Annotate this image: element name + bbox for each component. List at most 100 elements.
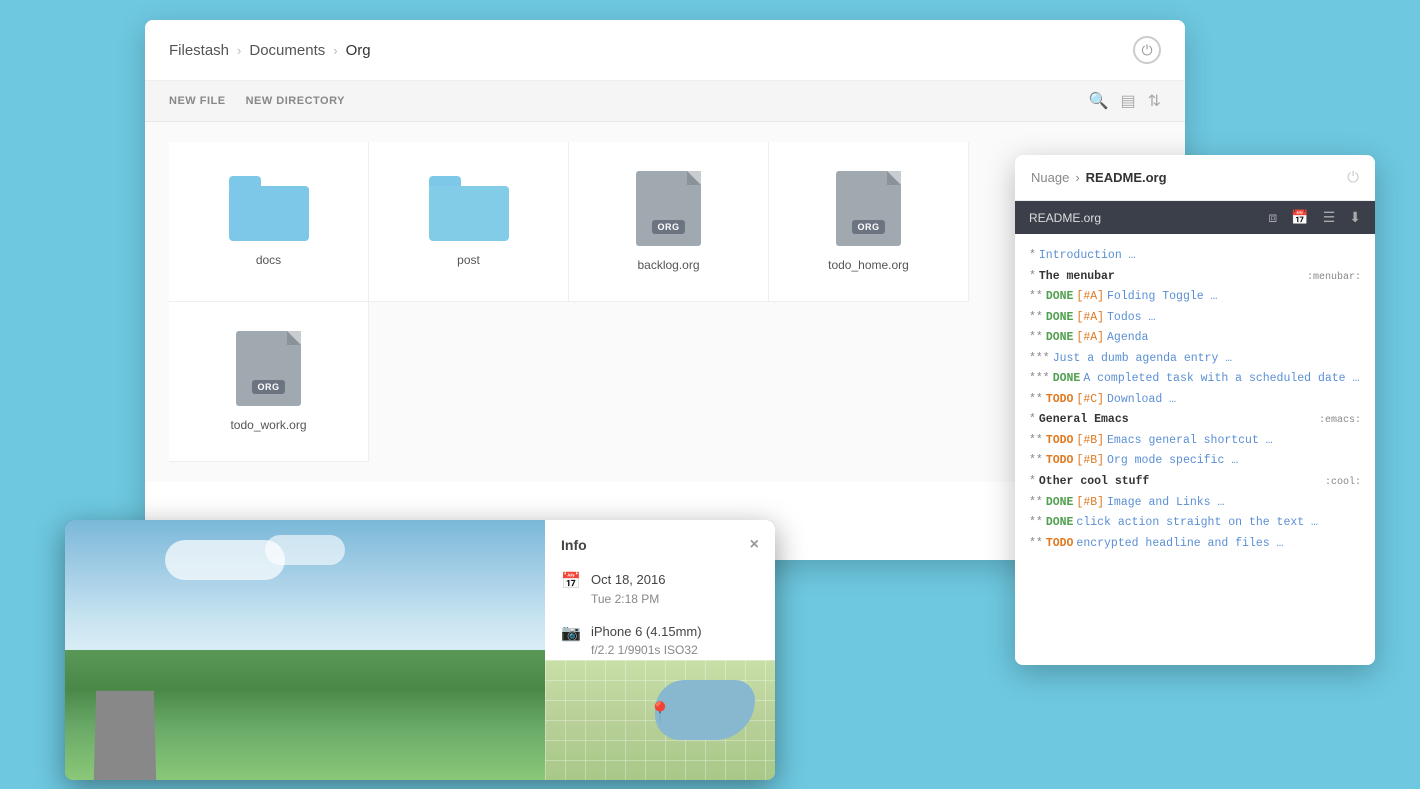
- org-line-7: *** DONE A completed task with a schedul…: [1029, 369, 1361, 389]
- org-text-10[interactable]: Emacs general shortcut …: [1107, 431, 1273, 451]
- calendar-icon: 📅: [561, 571, 581, 591]
- new-file-button[interactable]: NEW FILE: [169, 95, 226, 107]
- map-pin: 📍: [648, 700, 673, 725]
- org-badge-todo-work: ORG: [252, 380, 284, 394]
- org-line-11: ** TODO [#B] Org mode specific …: [1029, 451, 1361, 471]
- org-file-icon-todo-home: ORG: [836, 171, 901, 246]
- org-line-12: * Other cool stuff :cool:: [1029, 472, 1361, 492]
- readme-breadcrumb: Nuage › README.org: [1031, 170, 1167, 185]
- org-stars-7: ***: [1029, 369, 1050, 389]
- org-done-7: DONE: [1053, 369, 1081, 389]
- org-stars-3: **: [1029, 287, 1043, 307]
- readme-title-text: README.org: [1086, 170, 1167, 185]
- org-line-8: ** TODO [#C] Download …: [1029, 390, 1361, 410]
- file-item-todo-home[interactable]: ORG todo_home.org: [769, 142, 969, 302]
- org-heading-12: Other cool stuff: [1039, 472, 1149, 492]
- org-tag-9: :emacs:: [1319, 412, 1361, 429]
- breadcrumb-documents[interactable]: Documents: [249, 42, 325, 59]
- org-stars-13: **: [1029, 493, 1043, 513]
- org-stars-2: *: [1029, 267, 1036, 287]
- org-stars-15: **: [1029, 534, 1043, 554]
- folder-icon-post: [429, 176, 509, 241]
- readme-breadcrumb-sep: ›: [1075, 170, 1079, 185]
- file-name-post: post: [457, 253, 480, 267]
- photo-image: [65, 520, 545, 780]
- close-button[interactable]: ×: [750, 536, 759, 554]
- org-text-14[interactable]: click action straight on the text …: [1076, 513, 1318, 533]
- breadcrumb-org[interactable]: Org: [346, 42, 371, 59]
- readme-filename: README.org: [1029, 211, 1254, 225]
- breadcrumb: Filestash › Documents › Org: [169, 42, 371, 59]
- sky: [65, 520, 545, 663]
- org-done-5: DONE: [1046, 328, 1074, 348]
- org-line-3: ** DONE [#A] Folding Toggle …: [1029, 287, 1361, 307]
- org-stars-11: **: [1029, 451, 1043, 471]
- toolbar: NEW FILE NEW DIRECTORY 🔍 ▤ ⇅: [145, 81, 1185, 122]
- map-preview: 📍: [545, 660, 775, 780]
- file-item-backlog[interactable]: ORG backlog.org: [569, 142, 769, 302]
- org-text-6[interactable]: Just a dumb agenda entry …: [1053, 349, 1232, 369]
- file-item-docs[interactable]: docs: [169, 142, 369, 302]
- org-stars-14: **: [1029, 513, 1043, 533]
- org-todo-10: TODO: [1046, 431, 1074, 451]
- org-text-15[interactable]: encrypted headline and files …: [1076, 534, 1283, 554]
- org-heading-1[interactable]: Introduction …: [1039, 246, 1136, 266]
- toolbar-right: 🔍 ▤ ⇅: [1089, 91, 1161, 111]
- org-stars-5: **: [1029, 328, 1043, 348]
- org-stars-8: **: [1029, 390, 1043, 410]
- filter-icon[interactable]: ⧈: [1268, 209, 1277, 226]
- org-line-4: ** DONE [#A] Todos …: [1029, 308, 1361, 328]
- org-text-8[interactable]: Download …: [1107, 390, 1176, 410]
- org-stars-6: ***: [1029, 349, 1050, 369]
- list-view-icon[interactable]: ▤: [1120, 91, 1135, 111]
- file-name-docs: docs: [256, 253, 281, 267]
- file-item-todo-work[interactable]: ORG todo_work.org: [169, 302, 369, 462]
- org-text-3[interactable]: Folding Toggle …: [1107, 287, 1217, 307]
- camera-info: iPhone 6 (4.15mm) f/2.2 1/9901s ISO32: [591, 622, 702, 660]
- land: [65, 650, 545, 780]
- org-text-5[interactable]: Agenda: [1107, 328, 1148, 348]
- org-line-5: ** DONE [#A] Agenda: [1029, 328, 1361, 348]
- camera-line1: iPhone 6 (4.15mm): [591, 622, 702, 642]
- breadcrumb-filestash[interactable]: Filestash: [169, 42, 229, 59]
- org-line-9: * General Emacs :emacs:: [1029, 410, 1361, 430]
- camera-icon: 📷: [561, 623, 581, 643]
- org-priority-11: [#B]: [1076, 451, 1104, 471]
- date-info: Oct 18, 2016 Tue 2:18 PM: [591, 570, 665, 608]
- org-todo-15: TODO: [1046, 534, 1074, 554]
- readme-content: * Introduction … * The menubar :menubar:…: [1015, 234, 1375, 665]
- org-done-13: DONE: [1046, 493, 1074, 513]
- org-priority-5: [#A]: [1076, 328, 1104, 348]
- org-tag-2: :menubar:: [1307, 269, 1361, 286]
- org-text-4[interactable]: Todos …: [1107, 308, 1155, 328]
- list-icon[interactable]: ☰: [1323, 209, 1336, 226]
- org-text-11[interactable]: Org mode specific …: [1107, 451, 1238, 471]
- cloud2: [265, 535, 345, 565]
- new-directory-button[interactable]: NEW DIRECTORY: [246, 95, 345, 107]
- file-name-todo-home: todo_home.org: [828, 258, 909, 272]
- file-name-todo-work: todo_work.org: [230, 418, 306, 432]
- org-badge-backlog: ORG: [652, 220, 684, 234]
- calendar-view-icon[interactable]: 📅: [1291, 209, 1308, 226]
- search-icon[interactable]: 🔍: [1089, 91, 1109, 111]
- org-text-7[interactable]: A completed task with a scheduled date …: [1083, 369, 1359, 389]
- camera-line2: f/2.2 1/9901s ISO32: [591, 641, 702, 659]
- readme-power-button[interactable]: ⏻: [1347, 169, 1359, 186]
- camera-row: 📷 iPhone 6 (4.15mm) f/2.2 1/9901s ISO32: [561, 622, 759, 660]
- org-line-2: * The menubar :menubar:: [1029, 267, 1361, 287]
- file-item-post[interactable]: post: [369, 142, 569, 302]
- org-priority-10: [#B]: [1076, 431, 1104, 451]
- breadcrumb-sep-2: ›: [333, 43, 337, 58]
- readme-parent[interactable]: Nuage: [1031, 170, 1069, 185]
- download-icon[interactable]: ⬇: [1349, 209, 1361, 226]
- org-text-13[interactable]: Image and Links …: [1107, 493, 1224, 513]
- sort-icon[interactable]: ⇅: [1148, 91, 1161, 111]
- date-row: 📅 Oct 18, 2016 Tue 2:18 PM: [561, 570, 759, 608]
- org-heading-9: General Emacs: [1039, 410, 1129, 430]
- date-line2: Tue 2:18 PM: [591, 590, 665, 608]
- power-button[interactable]: ⏻: [1133, 36, 1161, 64]
- org-line-1: * Introduction …: [1029, 246, 1361, 266]
- date-line1: Oct 18, 2016: [591, 570, 665, 590]
- org-todo-8: TODO: [1046, 390, 1074, 410]
- org-tag-12: :cool:: [1325, 474, 1361, 491]
